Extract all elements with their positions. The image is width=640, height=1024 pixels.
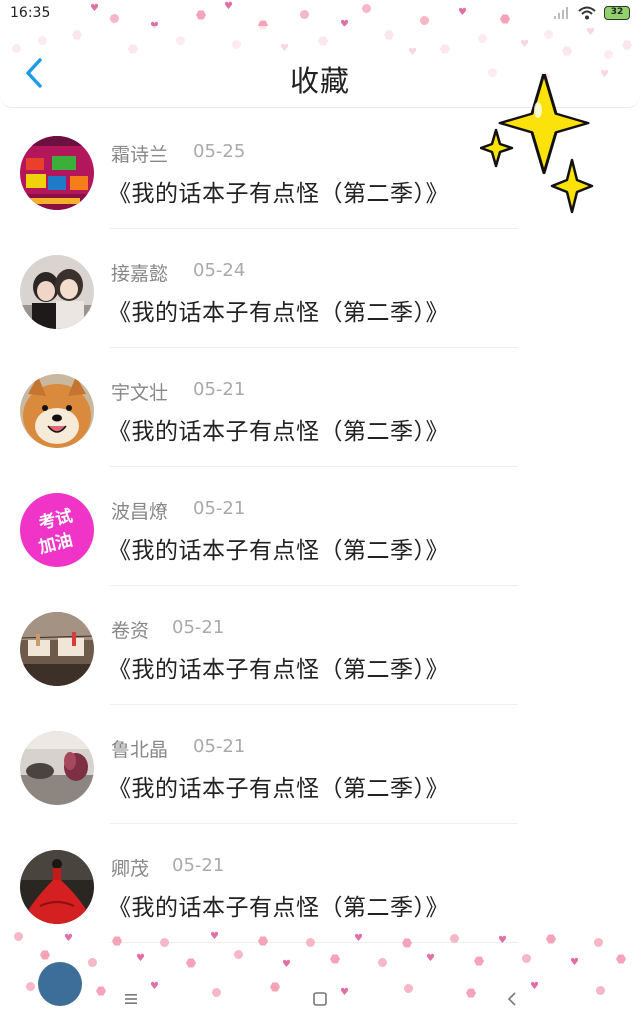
clothespin-avatar[interactable] — [20, 612, 94, 686]
date-label: 05-21 — [193, 379, 246, 400]
date-label: 05-21 — [172, 617, 225, 638]
story-title: 《我的话本子有点怪（第二季）》 — [108, 895, 449, 921]
battery-icon: 32 — [604, 6, 630, 20]
nav-back-button[interactable] — [499, 986, 525, 1012]
system-nav-bar — [0, 972, 640, 1024]
nav-menu-button[interactable] — [118, 986, 144, 1012]
date-label: 05-21 — [193, 498, 246, 519]
story-title: 《我的话本子有点怪（第二季）》 — [108, 300, 449, 326]
couple-avatar[interactable] — [20, 255, 94, 329]
favorites-screen: ♥ ♥ ♥ ♥ ♥ ♥ ♥ ♥ ♥ ♥ 16:35 — [0, 0, 640, 1024]
favorite-item[interactable]: 接嘉懿 05-24 《我的话本子有点怪（第二季）》 — [0, 229, 640, 348]
favorite-item[interactable]: 考试 加油 波昌燎 05-21 《我的话本子有点怪（第二季）》 — [0, 467, 640, 586]
favorite-item[interactable]: 卷资 05-21 《我的话本子有点怪（第二季）》 — [0, 586, 640, 705]
menu-icon — [125, 994, 137, 1004]
user-name: 鲁北晶 — [111, 739, 169, 761]
favorite-item[interactable]: 霜诗兰 05-25 《我的话本子有点怪（第二季）》 — [0, 110, 640, 229]
date-label: 05-21 — [193, 736, 246, 757]
nav-home-button[interactable] — [307, 986, 333, 1012]
user-name: 霜诗兰 — [111, 144, 169, 166]
collage-avatar[interactable] — [20, 136, 94, 210]
divider — [110, 942, 518, 943]
favorite-item[interactable]: 卿茂 05-21 《我的话本子有点怪（第二季）》 — [0, 824, 640, 943]
date-label: 05-21 — [172, 855, 225, 876]
story-title: 《我的话本子有点怪（第二季）》 — [108, 181, 449, 207]
back-chevron-icon — [507, 992, 516, 1006]
user-name: 接嘉懿 — [111, 263, 169, 285]
favorite-item[interactable]: 鲁北晶 05-21 《我的话本子有点怪（第二季）》 — [0, 705, 640, 824]
flower-avatar[interactable] — [20, 731, 94, 805]
story-title: 《我的话本子有点怪（第二季）》 — [108, 538, 449, 564]
wifi-icon — [578, 6, 596, 20]
story-title: 《我的话本子有点怪（第二季）》 — [108, 419, 449, 445]
user-name: 卷资 — [111, 620, 150, 642]
user-name: 宇文壮 — [111, 382, 169, 404]
story-title: 《我的话本子有点怪（第二季）》 — [108, 776, 449, 802]
signal-icon — [554, 7, 570, 19]
user-name: 卿茂 — [111, 858, 150, 880]
user-name: 波昌燎 — [111, 501, 169, 523]
favorites-list: 霜诗兰 05-25 《我的话本子有点怪（第二季）》 接嘉懿 05-24 《我的话… — [0, 110, 640, 943]
date-label: 05-24 — [193, 260, 246, 281]
status-icons: 32 — [554, 6, 630, 20]
story-title: 《我的话本子有点怪（第二季）》 — [108, 657, 449, 683]
home-square-icon — [313, 992, 327, 1006]
favorite-item[interactable]: 宇文壮 05-21 《我的话本子有点怪（第二季）》 — [0, 348, 640, 467]
red-gown-avatar[interactable] — [20, 850, 94, 924]
status-time: 16:35 — [10, 5, 51, 21]
exam-cheer-avatar[interactable]: 考试 加油 — [20, 493, 94, 567]
status-bar: 16:35 32 — [0, 0, 640, 28]
date-label: 05-25 — [193, 141, 246, 162]
shiba-dog-avatar[interactable] — [20, 374, 94, 448]
